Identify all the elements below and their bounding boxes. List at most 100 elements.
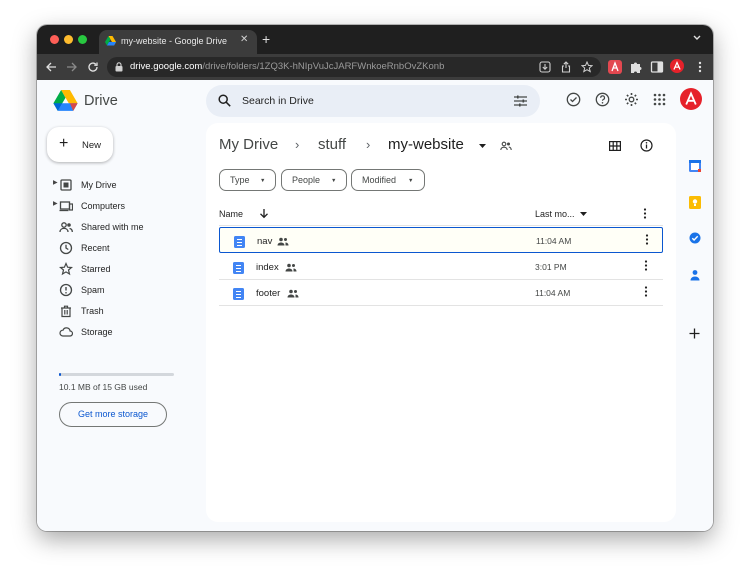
folder-menu-caret-icon[interactable] [479, 144, 486, 149]
search-input[interactable]: Search in Drive [242, 95, 314, 107]
column-caret-icon[interactable] [580, 212, 587, 217]
reload-icon[interactable] [87, 61, 99, 73]
file-row-nav[interactable]: nav 11:04 AM [219, 227, 663, 253]
account-avatar-icon[interactable] [680, 88, 702, 110]
storage-meter-fill [59, 373, 61, 376]
sidebar-item-label: Starred [81, 264, 111, 274]
more-options-icon[interactable] [644, 286, 648, 297]
header-divider [219, 225, 663, 226]
app-name[interactable]: Drive [84, 93, 118, 109]
storage-used-text: 10.1 MB of 15 GB used [59, 382, 148, 392]
sidebar-item-label: My Drive [81, 180, 117, 190]
expand-arrow-icon[interactable]: ▶ [53, 179, 58, 186]
shared-people-icon [277, 237, 289, 246]
sidebar-item-recent[interactable]: Recent [53, 238, 203, 259]
search-options-icon[interactable] [514, 95, 527, 107]
address-bar[interactable]: drive.google.com/drive/folders/1ZQ3K-hNI… [107, 57, 601, 77]
contacts-icon[interactable] [689, 269, 701, 281]
sidebar-item-computers[interactable]: ▶ Computers [53, 196, 203, 217]
url-path: /drive/folders/1ZQ3K-hNIpVuJcJARFWnkoeRn… [202, 61, 445, 72]
more-options-icon[interactable] [645, 234, 649, 245]
recent-icon [59, 241, 73, 255]
breadcrumb-stuff[interactable]: stuff [318, 136, 346, 153]
column-header-last-modified[interactable]: Last mo... [535, 209, 575, 219]
sidebar-item-label: Storage [81, 327, 113, 337]
sidebar-item-shared-with-me[interactable]: Shared with me [53, 217, 203, 238]
forward-icon[interactable] [66, 61, 78, 73]
install-app-icon[interactable] [539, 61, 551, 73]
apps-grid-icon[interactable] [653, 93, 666, 106]
sidebar-item-my-drive[interactable]: ▶ My Drive [53, 175, 203, 196]
sidebar-item-spam[interactable]: Spam [53, 280, 203, 301]
browser-menu-icon[interactable] [693, 60, 707, 74]
calendar-icon[interactable] [689, 160, 701, 172]
sidebar-item-storage[interactable]: Storage [53, 322, 203, 343]
grid-view-icon[interactable] [609, 141, 621, 151]
file-modified: 11:04 AM [535, 288, 571, 298]
offline-ready-icon[interactable] [566, 92, 581, 107]
get-more-storage-button[interactable]: Get more storage [59, 402, 167, 427]
row-divider [219, 305, 663, 306]
keep-icon[interactable] [689, 196, 701, 209]
plus-icon: + [59, 135, 69, 152]
bookmark-star-icon[interactable] [581, 61, 593, 73]
column-header-name[interactable]: Name [219, 209, 243, 219]
file-row-index[interactable]: index 3:01 PM [219, 254, 663, 280]
star-icon [59, 262, 73, 276]
search-bar[interactable]: Search in Drive [206, 85, 540, 117]
window-close-button[interactable] [50, 35, 59, 44]
share-icon[interactable] [560, 61, 572, 73]
new-button[interactable]: + New [47, 127, 113, 162]
cloud-icon [59, 327, 73, 337]
side-panel-icon[interactable] [650, 60, 664, 74]
browser-toolbar: drive.google.com/drive/folders/1ZQ3K-hNI… [37, 54, 713, 80]
breadcrumb-my-drive[interactable]: My Drive [219, 136, 278, 153]
breadcrumb-separator-icon: › [366, 137, 371, 152]
sort-arrow-down-icon[interactable] [259, 208, 269, 219]
expand-arrow-icon[interactable]: ▶ [53, 200, 58, 207]
drive-logo-icon[interactable] [53, 90, 78, 112]
browser-tab[interactable]: my-website - Google Drive ✕ [99, 30, 257, 54]
google-docs-icon [233, 288, 244, 300]
chevron-down-icon: ▼ [331, 178, 337, 184]
sidebar-item-label: Trash [81, 306, 104, 316]
extensions-puzzle-icon[interactable] [629, 60, 643, 74]
my-drive-icon [60, 179, 72, 191]
add-addon-plus-icon[interactable] [689, 328, 700, 339]
chevron-down-icon: ▼ [260, 178, 266, 184]
shared-people-icon [287, 289, 299, 298]
sidebar-item-trash[interactable]: Trash [53, 301, 203, 322]
shared-folder-icon[interactable] [500, 141, 512, 151]
details-info-icon[interactable] [640, 139, 653, 152]
window-minimize-button[interactable] [64, 35, 73, 44]
sidebar-item-label: Computers [81, 201, 126, 211]
help-icon[interactable] [595, 92, 610, 107]
window-zoom-button[interactable] [78, 35, 87, 44]
tab-close-icon[interactable]: ✕ [240, 34, 248, 45]
file-name: nav [257, 236, 273, 247]
filter-type-chip[interactable]: Type ▼ [219, 169, 276, 191]
column-options-icon[interactable] [643, 208, 647, 219]
back-icon[interactable] [45, 61, 57, 73]
spam-icon [59, 283, 73, 297]
sidebar-item-label: Spam [81, 285, 105, 295]
breadcrumb-current-folder[interactable]: my-website [388, 136, 464, 153]
tab-search-chevron-icon[interactable] [692, 33, 702, 43]
search-icon[interactable] [218, 94, 231, 107]
lock-icon[interactable] [115, 62, 123, 72]
sidebar-item-label: Shared with me [81, 222, 144, 232]
file-name: index [256, 262, 279, 273]
profile-avatar-icon[interactable] [670, 59, 684, 73]
more-options-icon[interactable] [644, 260, 648, 271]
new-tab-button[interactable]: + [262, 31, 270, 47]
filter-label: Modified [362, 175, 397, 185]
sidebar-item-starred[interactable]: Starred [53, 259, 203, 280]
adobe-extension-icon[interactable] [608, 60, 622, 74]
file-row-footer[interactable]: footer 11:04 AM [219, 280, 663, 306]
filter-people-chip[interactable]: People ▼ [281, 169, 347, 191]
google-docs-icon [233, 262, 244, 274]
tasks-icon[interactable] [689, 232, 701, 244]
settings-gear-icon[interactable] [624, 92, 639, 107]
filter-modified-chip[interactable]: Modified ▼ [351, 169, 425, 191]
drive-app: Drive Search in Drive + New ▶ My Drive ▶… [37, 80, 713, 531]
